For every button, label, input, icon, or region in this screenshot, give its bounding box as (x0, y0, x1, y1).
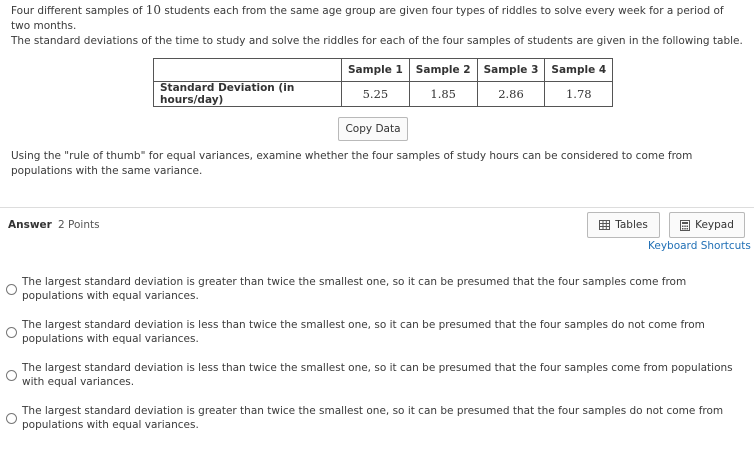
points-label: 2 Points (58, 219, 100, 231)
divider (0, 207, 754, 208)
keyboard-shortcuts-link[interactable]: Keyboard Shortcuts (648, 240, 751, 252)
value-sample-4: 1.78 (544, 81, 614, 107)
table-row: Standard Deviation (in hours/day) 5.25 1… (153, 81, 614, 107)
answer-option-3[interactable]: The largest standard deviation is less t… (0, 361, 754, 395)
header-sample-1: Sample 1 (341, 58, 410, 82)
row-label: Standard Deviation (in hours/day) (153, 81, 342, 107)
table-header-row: Sample 1 Sample 2 Sample 3 Sample 4 (153, 58, 614, 82)
sample-size: 10 (145, 3, 162, 17)
header-sample-3: Sample 3 (476, 58, 546, 82)
option-text: The largest standard deviation is greate… (22, 405, 724, 431)
radio-button[interactable] (6, 284, 17, 295)
option-text: The largest standard deviation is greate… (22, 276, 687, 302)
answer-option-4[interactable]: The largest standard deviation is greate… (0, 404, 754, 438)
option-text: The largest standard deviation is less t… (22, 319, 705, 345)
answer-option-2[interactable]: The largest standard deviation is less t… (0, 318, 754, 352)
problem-statement: Four different samples of 10 students ea… (11, 3, 746, 49)
tables-button-label: Tables (615, 219, 648, 231)
problem-line-1: Four different samples of 10 students ea… (11, 3, 746, 34)
answer-label: Answer (8, 219, 52, 231)
radio-button[interactable] (6, 327, 17, 338)
copy-data-button[interactable]: Copy Data (338, 117, 408, 141)
answer-option-1[interactable]: The largest standard deviation is greate… (0, 275, 754, 309)
value-sample-2: 1.85 (408, 81, 478, 107)
radio-button[interactable] (6, 413, 17, 424)
radio-button[interactable] (6, 370, 17, 381)
keypad-button[interactable]: Keypad (669, 212, 745, 238)
option-text: The largest standard deviation is less t… (22, 362, 733, 388)
problem-text: Four different samples of (11, 5, 146, 17)
problem-line-2: The standard deviations of the time to s… (11, 35, 743, 47)
value-sample-1: 5.25 (341, 81, 410, 107)
header-sample-4: Sample 4 (544, 58, 614, 82)
tables-button[interactable]: Tables (587, 212, 660, 238)
calculator-icon (680, 219, 691, 231)
table-corner-cell (153, 58, 342, 82)
value-sample-3: 2.86 (476, 81, 546, 107)
question-text: Using the "rule of thumb" for equal vari… (11, 150, 693, 177)
keypad-button-label: Keypad (695, 219, 734, 231)
header-sample-2: Sample 2 (408, 58, 478, 82)
standard-deviation-table: Sample 1 Sample 2 Sample 3 Sample 4 Stan… (153, 58, 614, 107)
table-icon (599, 220, 611, 230)
